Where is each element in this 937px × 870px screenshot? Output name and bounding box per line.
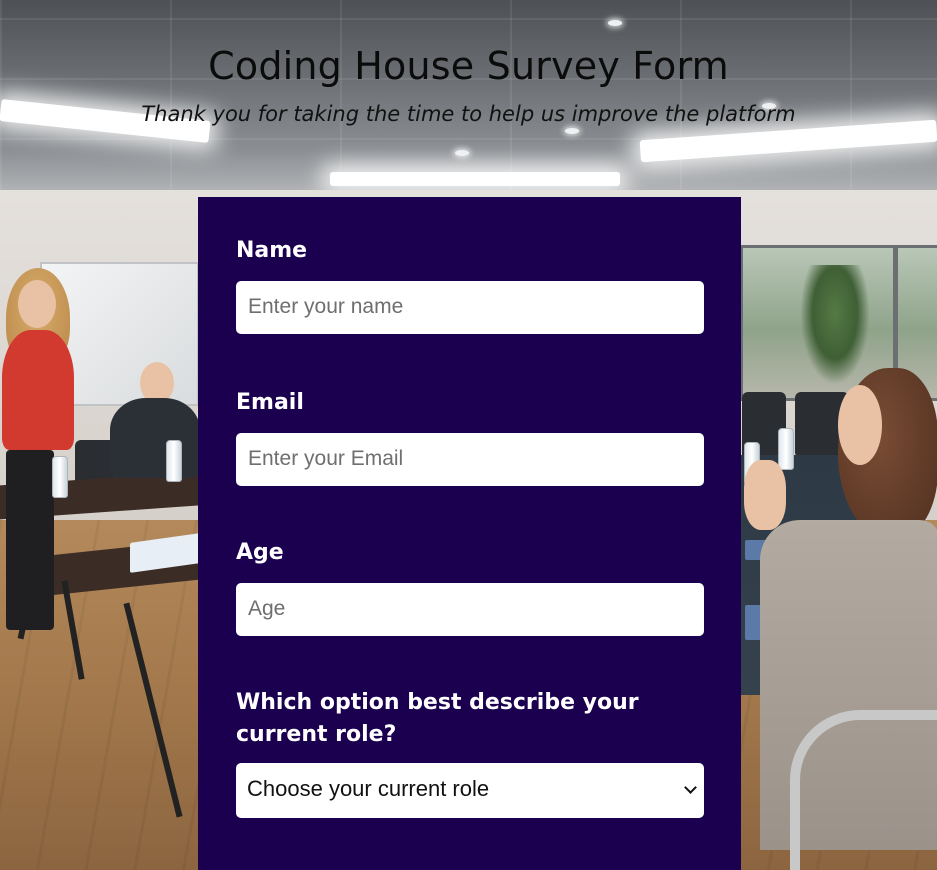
person-hands	[744, 460, 786, 530]
person-head	[18, 280, 56, 328]
role-label: Which option best describe your current …	[236, 690, 639, 747]
water-bottle	[166, 440, 182, 482]
ceiling-light	[565, 128, 579, 134]
age-input[interactable]	[236, 582, 704, 636]
email-label: Email	[236, 390, 304, 415]
ceiling	[0, 0, 937, 200]
role-dropdown-value: Choose your current role	[247, 775, 490, 801]
plant	[800, 265, 870, 385]
role-dropdown[interactable]: Choose your current role	[236, 762, 704, 818]
role-field-group: Which option best describe your current …	[236, 687, 704, 818]
name-field-group: Name	[236, 235, 704, 334]
email-input[interactable]	[236, 432, 704, 486]
page-title: Coding House Survey Form	[208, 44, 729, 88]
ceiling-light	[330, 172, 620, 186]
survey-form: Name Email Age Which option best describ…	[198, 197, 741, 870]
ceiling-light	[608, 20, 622, 26]
person-seated-man	[110, 398, 200, 478]
person-head	[838, 385, 882, 465]
name-label: Name	[236, 238, 308, 263]
page-subtitle: Thank you for taking the time to help us…	[141, 102, 796, 126]
person-legs	[6, 450, 54, 630]
email-field-group: Email	[236, 387, 704, 486]
age-label: Age	[236, 540, 284, 565]
ceiling-light	[455, 150, 469, 156]
name-input[interactable]	[236, 280, 704, 334]
chevron-down-icon	[684, 780, 697, 794]
age-field-group: Age	[236, 537, 704, 636]
person-presenter	[2, 330, 74, 450]
water-bottle	[778, 428, 794, 470]
water-bottle	[52, 456, 68, 498]
chair	[790, 710, 937, 870]
